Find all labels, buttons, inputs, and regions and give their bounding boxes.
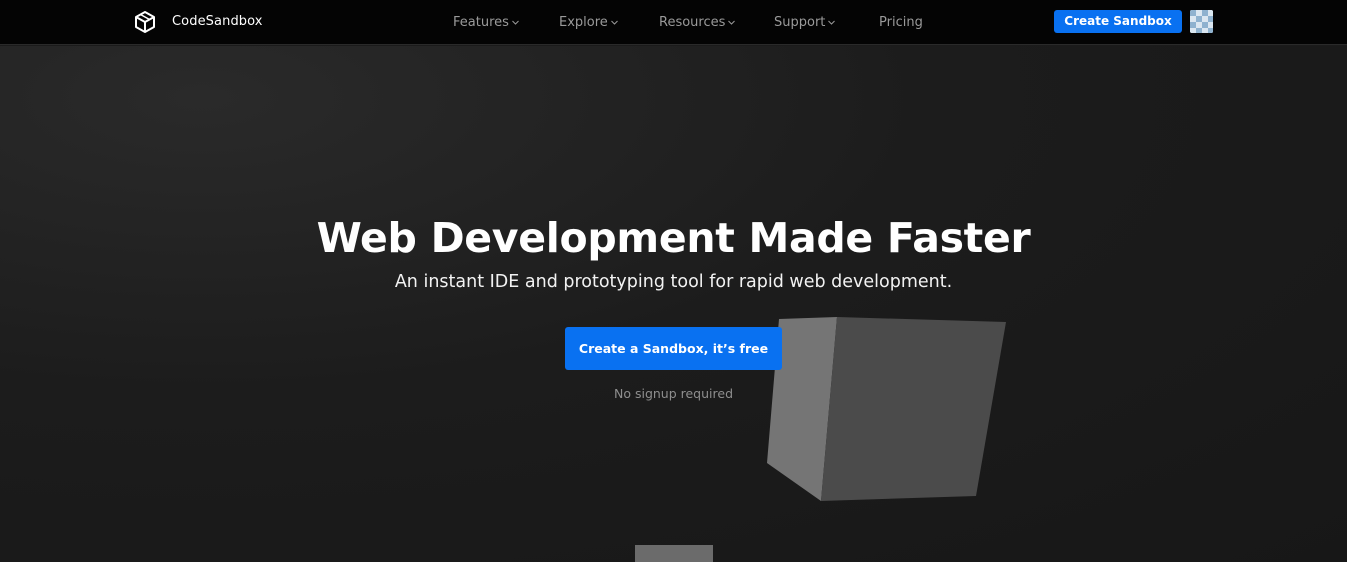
create-sandbox-button[interactable]: Create Sandbox — [1054, 10, 1182, 33]
nav-pricing[interactable]: Pricing — [879, 15, 923, 30]
cube-large-front-face — [821, 317, 1006, 501]
hero-title: Web Development Made Faster — [316, 214, 1031, 262]
top-navigation-bar: CodeSandbox Features Explore Resources S… — [0, 0, 1347, 45]
nav-features[interactable]: Features — [453, 15, 519, 30]
nav-resources[interactable]: Resources — [659, 15, 736, 30]
nav-support-label: Support — [774, 15, 826, 30]
nav-features-label: Features — [453, 15, 509, 30]
chevron-down-icon — [828, 20, 836, 25]
nav-explore-label: Explore — [559, 15, 608, 30]
hero-subtitle: An instant IDE and prototyping tool for … — [394, 272, 953, 292]
nav-support[interactable]: Support — [774, 15, 836, 30]
user-avatar-icon[interactable] — [1190, 10, 1213, 33]
codesandbox-cube-icon[interactable] — [133, 10, 157, 34]
no-signup-note: No signup required — [613, 386, 734, 401]
cube-small-top — [635, 545, 713, 562]
chevron-down-icon — [728, 20, 736, 25]
create-sandbox-free-button[interactable]: Create a Sandbox, it’s free — [565, 327, 782, 370]
nav-resources-label: Resources — [659, 15, 726, 30]
hero-section: Web Development Made Faster An instant I… — [0, 46, 1347, 562]
decorative-cubes — [635, 317, 1006, 562]
brand-name[interactable]: CodeSandbox — [172, 14, 263, 29]
chevron-down-icon — [610, 20, 618, 25]
nav-explore[interactable]: Explore — [559, 15, 618, 30]
nav-pricing-label: Pricing — [879, 15, 923, 30]
avatar-pattern — [1190, 10, 1213, 33]
chevron-down-icon — [512, 20, 519, 25]
